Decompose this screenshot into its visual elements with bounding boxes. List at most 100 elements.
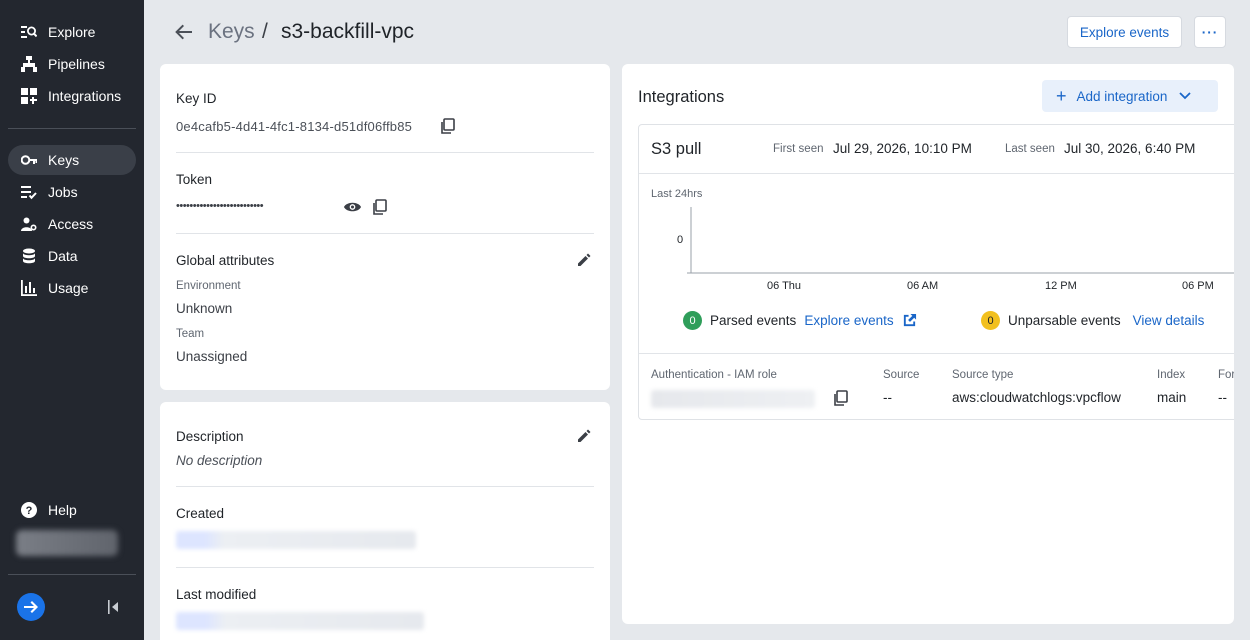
sidebar-item-keys[interactable]: Keys — [8, 145, 136, 175]
sidebar-item-integrations[interactable]: Integrations — [8, 81, 136, 111]
svg-text:?: ? — [26, 505, 33, 517]
help-icon: ? — [20, 501, 38, 519]
column-header: For — [1218, 369, 1234, 381]
unparsable-count-badge: 0 — [981, 311, 1000, 330]
eye-icon[interactable] — [342, 198, 362, 216]
collapse-sidebar-icon[interactable] — [107, 598, 121, 616]
environment-value: Unknown — [176, 301, 233, 316]
breadcrumb-keys[interactable]: Keys — [208, 20, 255, 44]
last-modified-label: Last modified — [176, 587, 257, 602]
app-logo[interactable] — [17, 593, 45, 621]
page-title: s3-backfill-vpc — [281, 20, 415, 43]
column-header: Index — [1157, 369, 1186, 381]
integrations-title: Integrations — [638, 88, 725, 106]
divider — [176, 567, 594, 568]
global-attributes-label: Global attributes — [176, 253, 275, 268]
created-label: Created — [176, 506, 225, 521]
arrow-right-icon — [24, 601, 38, 613]
last-modified-value-redacted — [176, 612, 424, 630]
add-integration-label: Add integration — [1076, 88, 1168, 104]
token-value: •••••••••••••••••••••••••• — [176, 200, 264, 212]
key-id-label: Key ID — [176, 91, 217, 106]
explore-events-link-label: Explore events — [804, 313, 894, 328]
sidebar-item-label: Keys — [48, 152, 80, 168]
database-icon — [20, 247, 38, 265]
created-value-redacted — [176, 531, 416, 549]
team-value: Unassigned — [176, 349, 248, 364]
more-options-button[interactable]: ··· — [1194, 16, 1226, 48]
x-tick-label: 06 PM — [1182, 280, 1214, 292]
divider — [176, 486, 594, 487]
team-label: Team — [176, 328, 205, 340]
sidebar-item-label: Jobs — [48, 184, 78, 200]
column-header: Authentication - IAM role — [651, 369, 777, 381]
x-tick-label: 06 AM — [907, 280, 939, 292]
copy-icon[interactable] — [832, 389, 850, 407]
source-type-value: aws:cloudwatchlogs:vpcflow — [952, 390, 1121, 405]
plus-icon: + — [1056, 85, 1067, 106]
parsed-events-stat: 0 Parsed events Explore events — [683, 311, 917, 330]
parsed-count-badge: 0 — [683, 311, 702, 330]
edit-icon[interactable] — [575, 251, 593, 269]
view-details-link[interactable]: View details — [1133, 313, 1205, 328]
back-arrow-icon[interactable] — [174, 22, 194, 42]
integrations-card: Integrations + Add integration S3 pull F… — [622, 64, 1234, 624]
parsed-events-label: Parsed events — [710, 313, 797, 328]
column-header: Source type — [952, 369, 1014, 381]
environment-label: Environment — [176, 280, 241, 292]
breadcrumb-separator: / — [262, 20, 268, 43]
sidebar-item-explore[interactable]: Explore — [8, 17, 136, 47]
external-link-icon — [903, 313, 916, 327]
y-tick-label: 0 — [677, 234, 684, 246]
chevron-down-icon — [1179, 89, 1191, 103]
sidebar-item-label: Data — [48, 248, 78, 264]
sidebar-item-label: Integrations — [48, 88, 122, 104]
sidebar-item-data[interactable]: Data — [8, 241, 136, 271]
sidebar-item-usage[interactable]: Usage — [8, 273, 136, 303]
description-card: Description No description Created Last … — [160, 402, 610, 640]
search-list-icon — [20, 23, 38, 41]
x-tick-label: 06 Thu — [767, 280, 802, 292]
key-details-card: Key ID 0e4cafb5-4d41-4fc1-8134-d51df06ff… — [160, 64, 610, 390]
sidebar-item-label: Usage — [48, 280, 89, 296]
edit-icon[interactable] — [575, 427, 593, 445]
key-icon — [20, 151, 38, 169]
jobs-icon — [20, 183, 38, 201]
x-tick-label: 12 PM — [1045, 280, 1077, 292]
unparsable-events-label: Unparsable events — [1008, 313, 1121, 328]
copy-icon[interactable] — [371, 198, 389, 216]
sidebar-item-label: Help — [48, 502, 77, 518]
sidebar-item-access[interactable]: Access — [8, 209, 136, 239]
sidebar-divider — [8, 574, 136, 575]
copy-icon[interactable] — [439, 117, 457, 135]
sidebar-item-jobs[interactable]: Jobs — [8, 177, 136, 207]
sidebar-item-help[interactable]: ? Help — [8, 495, 136, 525]
bar-chart-icon — [20, 279, 38, 297]
divider — [176, 152, 594, 153]
format-value: -- — [1218, 390, 1227, 405]
token-label: Token — [176, 172, 213, 187]
unparsable-events-stat: 0 Unparsable events View details — [981, 311, 1204, 330]
user-account[interactable] — [16, 530, 118, 556]
index-value: main — [1157, 390, 1187, 405]
column-header: Source — [883, 369, 920, 381]
description-label: Description — [176, 429, 244, 444]
divider — [176, 233, 594, 234]
parsed-explore-link[interactable]: Explore events — [804, 313, 916, 328]
iam-role-redacted — [651, 390, 815, 408]
explore-events-button[interactable]: Explore events — [1067, 16, 1182, 48]
grid-icon — [20, 87, 38, 105]
access-icon — [20, 215, 38, 233]
description-value: No description — [176, 453, 263, 468]
add-integration-button[interactable]: + Add integration — [1042, 80, 1218, 112]
sidebar-item-label: Pipelines — [48, 56, 105, 72]
source-value: -- — [883, 390, 892, 405]
key-id-value: 0e4cafb5-4d41-4fc1-8134-d51df06ffb85 — [176, 119, 413, 134]
integration-item: S3 pull First seen Jul 29, 2026, 10:10 P… — [638, 124, 1234, 420]
sidebar-divider — [8, 128, 136, 129]
divider — [639, 353, 1234, 354]
sidebar-item-pipelines[interactable]: Pipelines — [8, 49, 136, 79]
sidebar: Explore Pipelines Integrations Keys Jobs… — [0, 0, 144, 640]
events-chart — [687, 207, 1234, 274]
sidebar-item-label: Explore — [48, 24, 96, 40]
